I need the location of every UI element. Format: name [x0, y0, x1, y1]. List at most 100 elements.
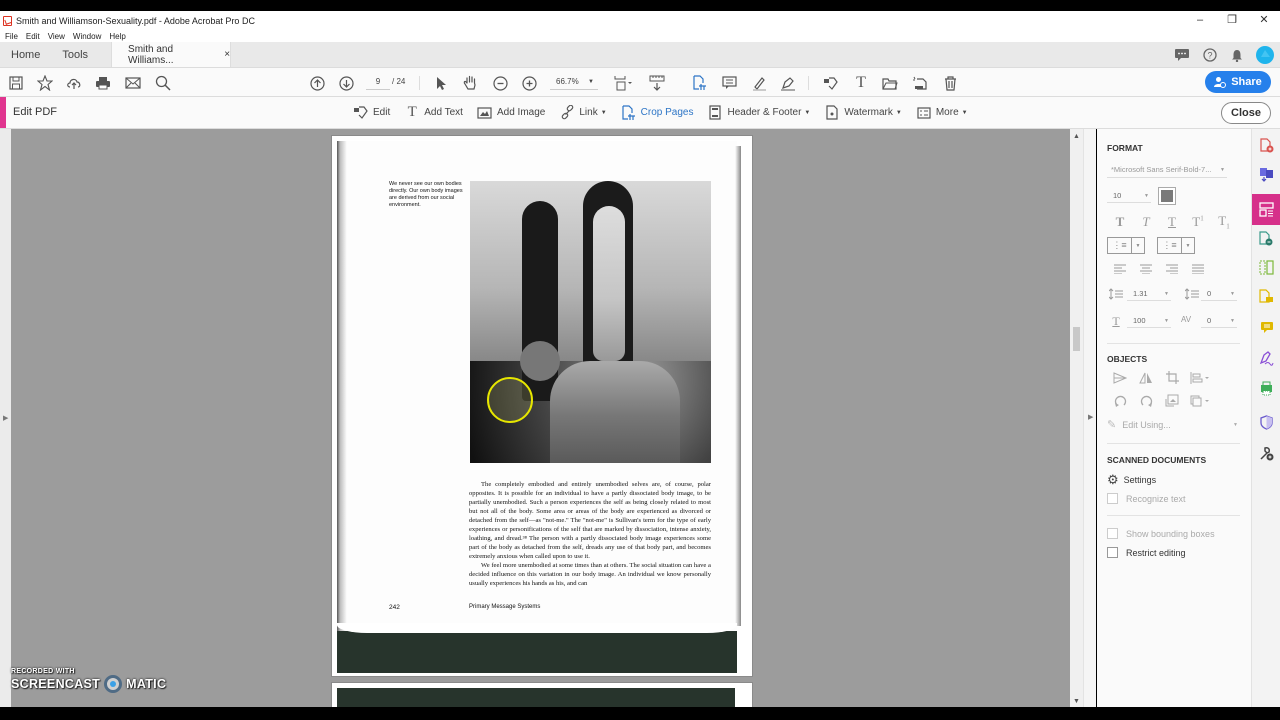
document-photo[interactable]	[470, 181, 711, 463]
flip-vertical-icon[interactable]	[1133, 372, 1159, 387]
zoom-level-dropdown[interactable]: 66.7% ▼	[550, 74, 598, 90]
delete-icon[interactable]	[940, 73, 960, 93]
paragraph[interactable]: We feel more unembodied at some times th…	[469, 561, 711, 588]
close-edit-pdf-button[interactable]: Close	[1221, 102, 1271, 124]
edit-tool-more[interactable]: More ▼	[916, 105, 968, 121]
menu-window[interactable]: Window	[73, 32, 101, 41]
edit-tool-crop-pages[interactable]: Crop Pages	[621, 104, 693, 121]
comment-icon[interactable]	[1252, 316, 1280, 338]
justify-icon[interactable]	[1185, 263, 1211, 277]
expand-left-panel-icon[interactable]: ▶	[3, 414, 8, 422]
share-button[interactable]: Share	[1205, 71, 1271, 93]
edit-pdf-icon[interactable]	[821, 73, 841, 93]
zoom-out-icon[interactable]	[490, 73, 510, 93]
zoom-in-icon[interactable]	[519, 73, 539, 93]
edit-tool-header-footer[interactable]: Header & Footer ▼	[707, 105, 810, 121]
edit-tool-link[interactable]: Link ▼	[559, 105, 607, 121]
protect-icon[interactable]	[1252, 411, 1280, 433]
upload-cloud-icon[interactable]	[64, 73, 84, 93]
superscript-icon[interactable]: T1	[1185, 214, 1211, 230]
recognize-text-checkbox[interactable]: Recognize text	[1107, 493, 1186, 504]
edit-pdf-rail-icon[interactable]	[1252, 194, 1280, 225]
restore-button[interactable]: ❐	[1216, 11, 1248, 30]
underline-icon[interactable]: T	[1159, 214, 1185, 230]
hand-tool-icon[interactable]	[460, 73, 480, 93]
help-icon[interactable]: ?	[1196, 48, 1224, 62]
next-page-icon[interactable]	[336, 73, 356, 93]
pdf-page-next[interactable]	[331, 682, 753, 707]
margin-caption[interactable]: We never see our own bodies directly. Ou…	[389, 181, 464, 209]
tab-tools[interactable]: Tools	[51, 42, 99, 67]
paragraph[interactable]: The completely embodied and entirely une…	[469, 480, 711, 561]
menu-edit[interactable]: Edit	[26, 32, 40, 41]
horizontal-scale-dropdown[interactable]: 100 ▼	[1127, 314, 1171, 328]
bookmark-star-icon[interactable]	[35, 73, 55, 93]
arrange-objects-icon[interactable]	[1185, 371, 1215, 387]
tab-home[interactable]: Home	[0, 42, 51, 67]
organize-pages-icon[interactable]	[1252, 256, 1280, 278]
menu-view[interactable]: View	[48, 32, 65, 41]
close-window-button[interactable]: ✕	[1248, 11, 1280, 30]
character-spacing-dropdown[interactable]: 0 ▼	[1201, 314, 1237, 328]
restrict-editing-checkbox[interactable]: Restrict editing	[1107, 547, 1186, 558]
add-text-icon[interactable]: T	[851, 73, 871, 93]
page-number-input[interactable]: 9	[366, 74, 390, 90]
account-avatar[interactable]	[1250, 46, 1280, 64]
subscript-icon[interactable]: T1	[1211, 213, 1237, 231]
select-cursor-icon[interactable]	[431, 73, 451, 93]
body-text[interactable]: The completely embodied and entirely une…	[469, 480, 711, 588]
vertical-scrollbar[interactable]: ▲ ▼	[1070, 129, 1083, 707]
font-family-dropdown[interactable]: *Microsoft Sans Serif-Bold-7... ▼	[1107, 162, 1227, 178]
scan-icon[interactable]	[1252, 377, 1280, 399]
fill-sign-icon[interactable]	[1252, 347, 1280, 369]
edit-tool-add-image[interactable]: Add Image	[477, 105, 545, 121]
page-fit-icon[interactable]	[611, 73, 635, 93]
tab-close-icon[interactable]: ×	[224, 49, 230, 60]
chat-icon[interactable]	[1168, 49, 1196, 61]
previous-page-icon[interactable]	[307, 73, 327, 93]
crop-object-icon[interactable]	[1159, 371, 1185, 387]
minimize-button[interactable]: –	[1184, 11, 1216, 30]
tab-document[interactable]: Smith and Williams... ×	[111, 42, 232, 67]
highlight-icon[interactable]	[749, 73, 769, 93]
document-canvas[interactable]: We never see our own bodies directly. Ou…	[11, 129, 1070, 707]
edit-using-dropdown[interactable]: ✎ Edit Using... ▼	[1107, 418, 1240, 431]
combine-files-icon[interactable]	[1252, 227, 1280, 249]
create-pdf-icon[interactable]	[1252, 134, 1280, 156]
open-folder-icon[interactable]	[880, 73, 900, 93]
collapse-right-panel-icon[interactable]: ▶	[1088, 413, 1093, 421]
line-spacing-dropdown[interactable]: 1.31 ▼	[1127, 287, 1171, 301]
scrollbar-thumb[interactable]	[1073, 327, 1080, 351]
pdf-page[interactable]: We never see our own bodies directly. Ou…	[331, 135, 753, 677]
bold-icon[interactable]: T	[1107, 214, 1133, 230]
search-icon[interactable]	[153, 73, 173, 93]
scan-settings-button[interactable]: ⚙ Settings	[1107, 472, 1156, 488]
menu-file[interactable]: File	[5, 32, 18, 41]
add-comment-icon[interactable]	[719, 73, 739, 93]
print-icon[interactable]	[93, 73, 113, 93]
font-size-dropdown[interactable]: 10 ▼	[1107, 189, 1151, 203]
export-pdf-icon[interactable]	[1252, 163, 1280, 185]
show-bounding-boxes-checkbox[interactable]: Show bounding boxes	[1107, 528, 1215, 539]
edit-tool-edit[interactable]: Edit	[353, 105, 390, 121]
bullet-list-dropdown[interactable]: ⋮≡ ▼	[1107, 237, 1145, 254]
scroll-down-icon[interactable]: ▼	[1073, 698, 1080, 705]
align-right-icon[interactable]	[1159, 263, 1185, 277]
scroll-up-icon[interactable]: ▲	[1073, 133, 1080, 140]
paragraph-spacing-dropdown[interactable]: 0 ▼	[1201, 287, 1237, 301]
align-center-icon[interactable]	[1133, 263, 1159, 277]
align-left-icon[interactable]	[1107, 263, 1133, 277]
more-tools-icon[interactable]	[1252, 442, 1280, 464]
menu-help[interactable]: Help	[109, 32, 125, 41]
sign-icon[interactable]	[778, 73, 798, 93]
edit-tool-add-text[interactable]: T Add Text	[404, 104, 463, 121]
rotate-right-icon[interactable]	[1133, 394, 1159, 410]
crop-tool-icon[interactable]	[689, 73, 709, 93]
numbered-list-dropdown[interactable]: ⋮≡ ▼	[1157, 237, 1195, 254]
replace-image-icon[interactable]	[1159, 394, 1185, 410]
edit-tool-watermark[interactable]: Watermark ▼	[824, 105, 902, 121]
comment-file-icon[interactable]	[1252, 285, 1280, 307]
bell-icon[interactable]	[1224, 49, 1250, 62]
measure-tool-icon[interactable]	[647, 73, 667, 93]
flip-horizontal-icon[interactable]	[1107, 371, 1133, 387]
